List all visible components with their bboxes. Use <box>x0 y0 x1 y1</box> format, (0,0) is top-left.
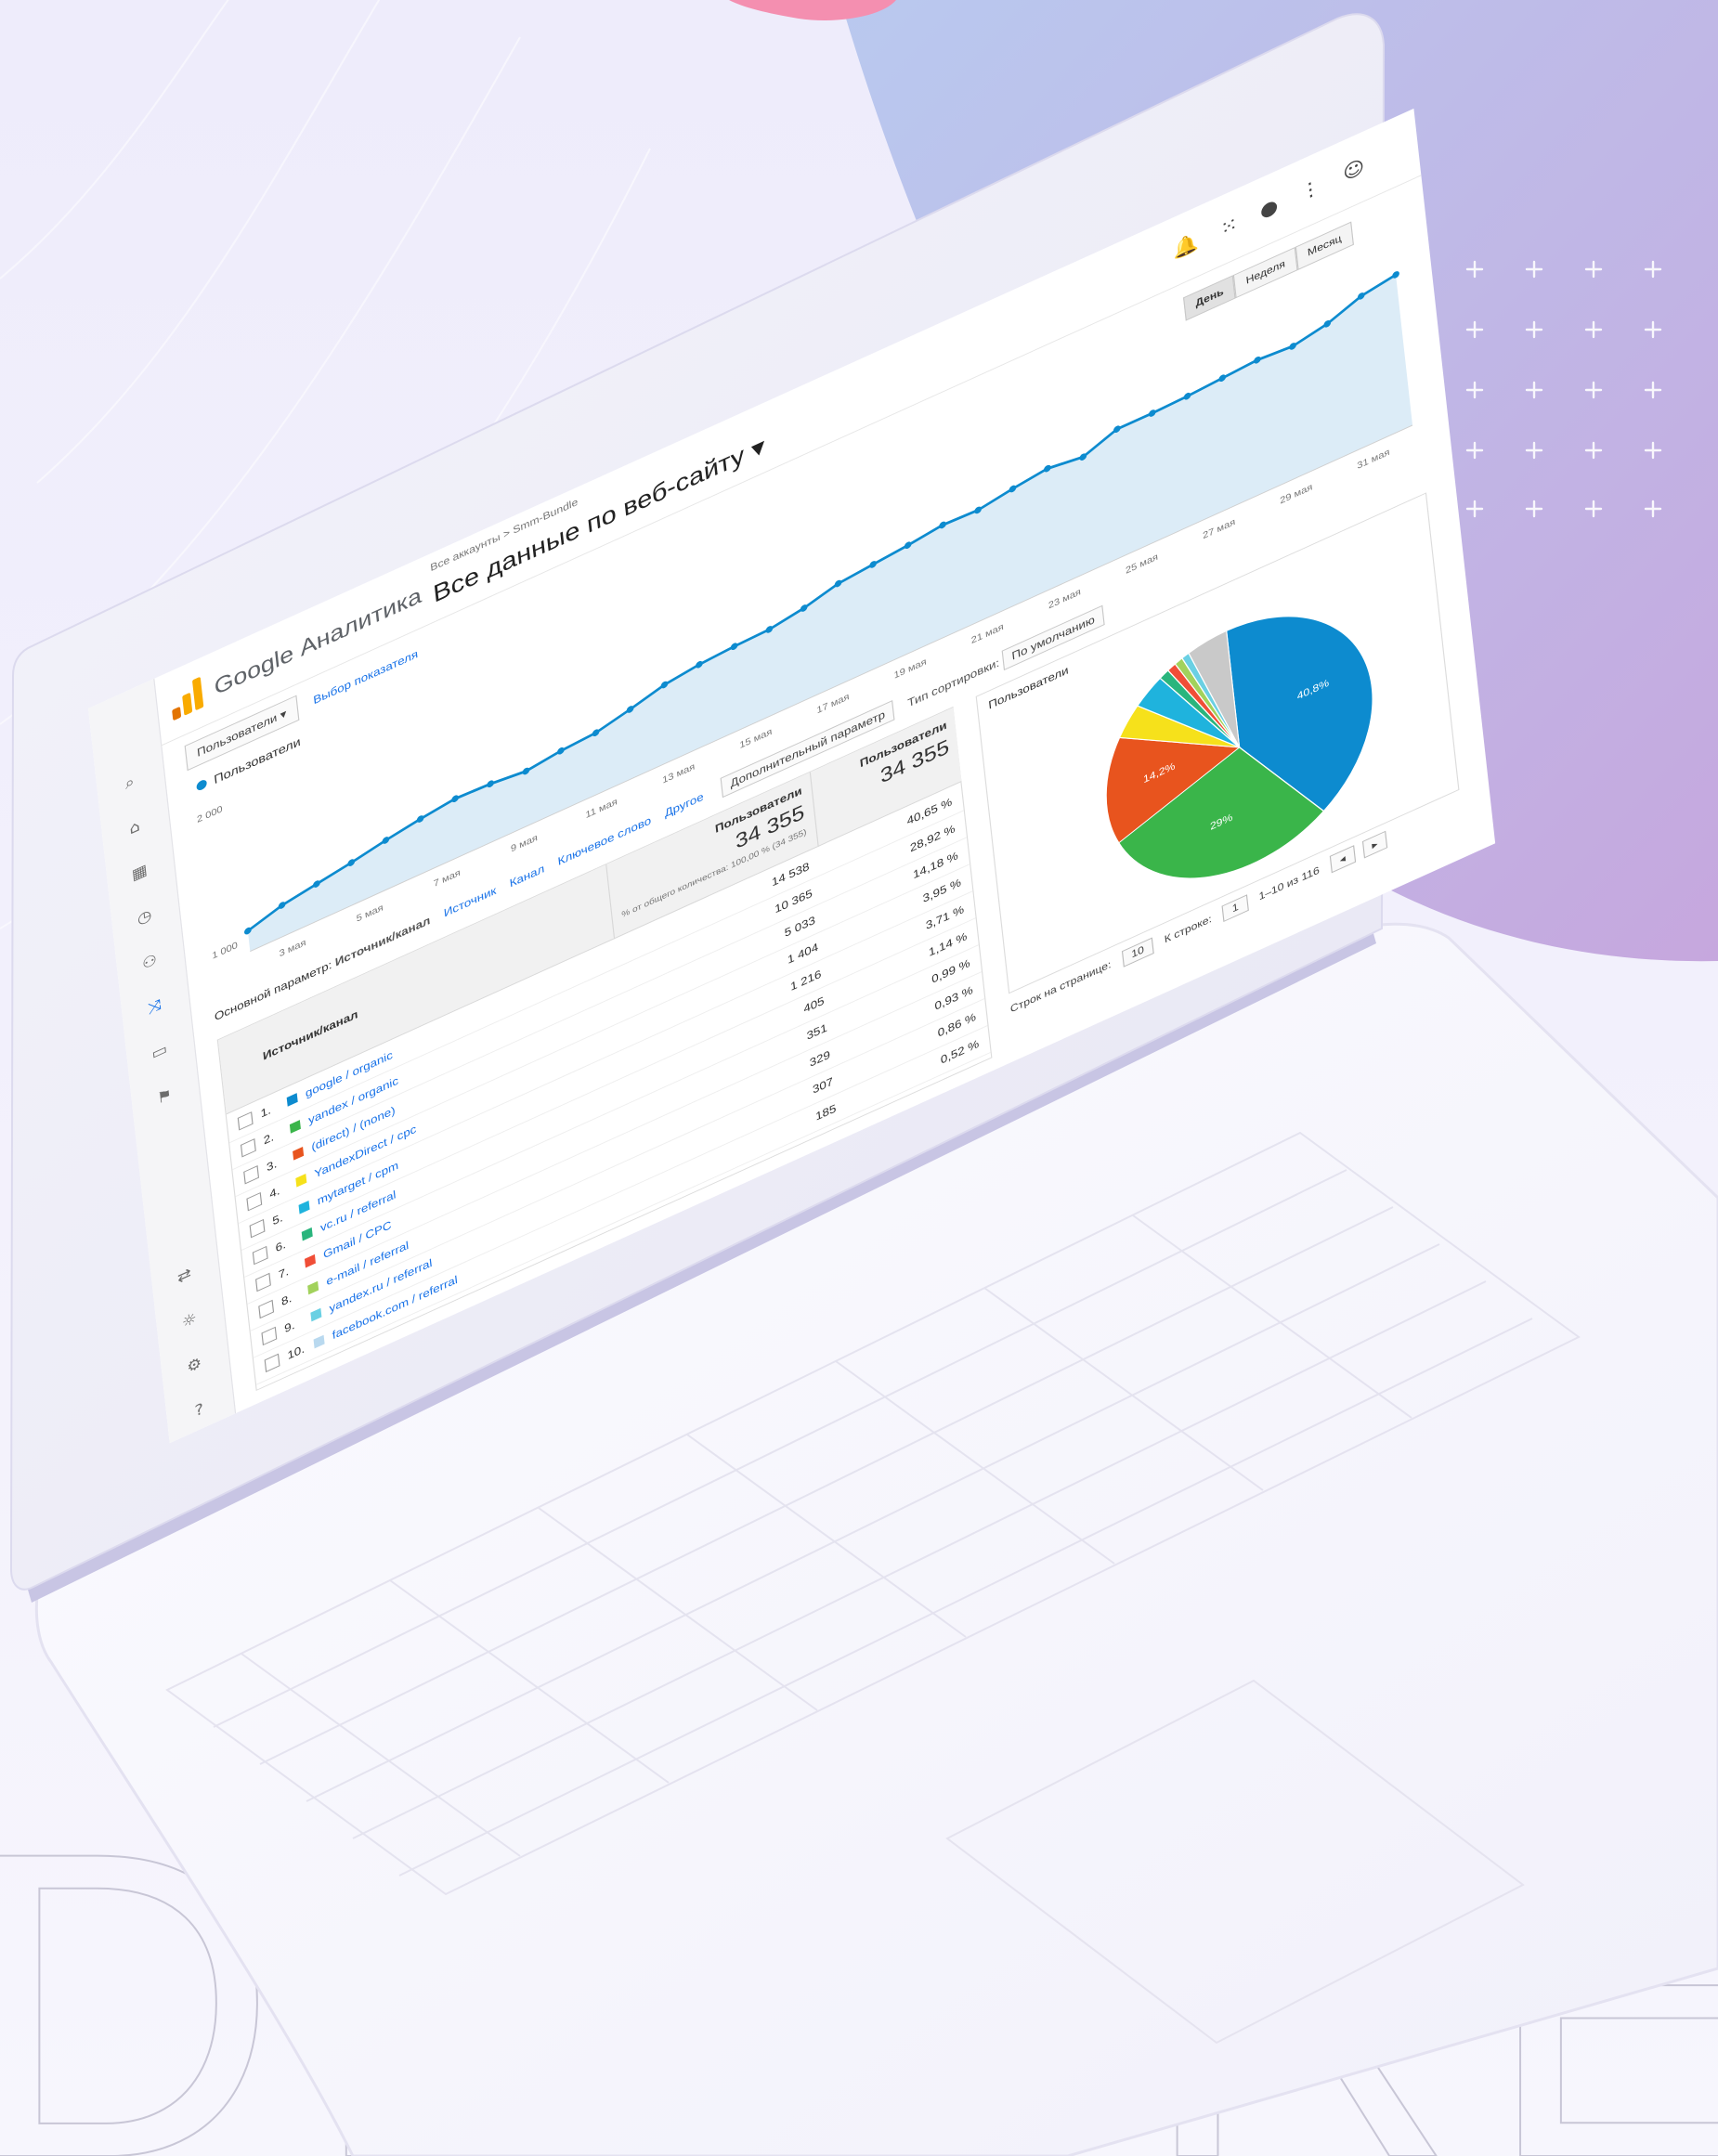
row-index: 2. <box>263 1130 275 1148</box>
apps-icon[interactable]: ⁙ <box>1219 201 1261 240</box>
behavior-icon[interactable]: ▭ <box>150 1039 170 1063</box>
help-question-icon[interactable]: ? <box>189 1397 210 1422</box>
x-tick-label: 17 мая <box>816 692 850 716</box>
row-color-swatch-icon <box>301 1227 313 1241</box>
row-color-swatch-icon <box>293 1147 305 1161</box>
x-tick-label: 11 мая <box>585 797 618 821</box>
row-color-swatch-icon <box>304 1253 316 1268</box>
row-color-swatch-icon <box>295 1174 307 1188</box>
account-icon[interactable]: ☺ <box>1342 144 1388 185</box>
row-color-swatch-icon <box>313 1334 325 1349</box>
x-tick-label: 27 мая <box>1203 517 1236 541</box>
row-checkbox[interactable] <box>249 1218 266 1239</box>
customization-icon[interactable]: ▦ <box>129 860 150 884</box>
row-checkbox[interactable] <box>246 1191 263 1212</box>
x-tick-label: 31 мая <box>1357 447 1390 471</box>
row-color-swatch-icon <box>298 1200 310 1214</box>
row-checkbox[interactable] <box>255 1272 271 1292</box>
row-checkbox[interactable] <box>243 1164 260 1185</box>
y-tick-bottom: 1 000 <box>212 940 239 961</box>
row-index: 6. <box>274 1237 287 1255</box>
conversions-icon[interactable]: ⚑ <box>154 1084 175 1109</box>
row-color-swatch-icon <box>307 1280 319 1295</box>
row-checkbox[interactable] <box>261 1326 278 1346</box>
goto-input[interactable]: 1 <box>1222 894 1249 922</box>
row-checkbox[interactable] <box>264 1353 280 1373</box>
audience-icon[interactable]: ⚇ <box>139 950 160 974</box>
row-index: 9. <box>283 1318 296 1336</box>
x-tick-label: 13 мая <box>662 761 696 786</box>
row-checkbox[interactable] <box>237 1111 254 1131</box>
dimension-link-source[interactable]: Источник <box>443 884 497 920</box>
more-icon[interactable]: ⋮ <box>1299 163 1345 204</box>
row-index: 8. <box>280 1291 293 1309</box>
dimension-link-other[interactable]: Другое <box>664 790 704 820</box>
row-color-swatch-icon <box>286 1093 298 1107</box>
search-icon[interactable]: ⌕ <box>120 771 140 795</box>
row-color-swatch-icon <box>289 1120 301 1134</box>
x-tick-label: 3 мая <box>279 938 306 960</box>
row-checkbox[interactable] <box>258 1299 275 1319</box>
x-tick-label: 29 мая <box>1280 482 1313 506</box>
row-index: 5. <box>271 1210 284 1228</box>
y-tick-top: 2 000 <box>197 804 224 825</box>
x-tick-label: 5 мая <box>356 903 384 925</box>
rows-per-page-select[interactable]: 10 <box>1121 937 1154 968</box>
x-tick-label: 23 мая <box>1048 587 1081 611</box>
next-page-button[interactable]: ▸ <box>1361 830 1388 859</box>
x-tick-label: 9 мая <box>511 833 539 855</box>
dimension-header-label[interactable]: Источник/канал <box>262 1007 358 1063</box>
x-tick-label: 15 мая <box>739 726 773 750</box>
row-index: 1. <box>259 1103 272 1121</box>
legend-dot-icon <box>196 780 207 790</box>
x-tick-label: 7 мая <box>433 867 461 890</box>
analytics-logo-icon <box>170 676 204 721</box>
prev-page-button[interactable]: ◂ <box>1329 845 1356 874</box>
admin-gear-icon[interactable]: ⚙ <box>184 1353 204 1377</box>
acquisition-icon[interactable]: ⤨ <box>145 994 165 1019</box>
row-index: 3. <box>266 1157 278 1175</box>
home-icon[interactable]: ⌂ <box>124 815 145 839</box>
realtime-icon[interactable]: ◷ <box>135 905 155 929</box>
attribution-icon[interactable]: ⇄ <box>175 1264 195 1288</box>
x-tick-label: 21 мая <box>970 622 1004 646</box>
x-tick-label: 25 мая <box>1126 552 1159 576</box>
row-checkbox[interactable] <box>240 1138 256 1158</box>
dimension-link-medium[interactable]: Канал <box>509 862 545 890</box>
row-color-swatch-icon <box>310 1307 322 1322</box>
row-checkbox[interactable] <box>252 1245 268 1266</box>
discover-icon[interactable]: ☼ <box>179 1308 200 1332</box>
row-index: 10. <box>286 1342 306 1363</box>
row-index: 4. <box>268 1183 281 1201</box>
help-icon[interactable]: ● <box>1259 183 1302 223</box>
row-index: 7. <box>278 1264 290 1282</box>
notification-icon[interactable]: 🔔 <box>1171 219 1221 262</box>
x-tick-label: 19 мая <box>893 656 927 681</box>
